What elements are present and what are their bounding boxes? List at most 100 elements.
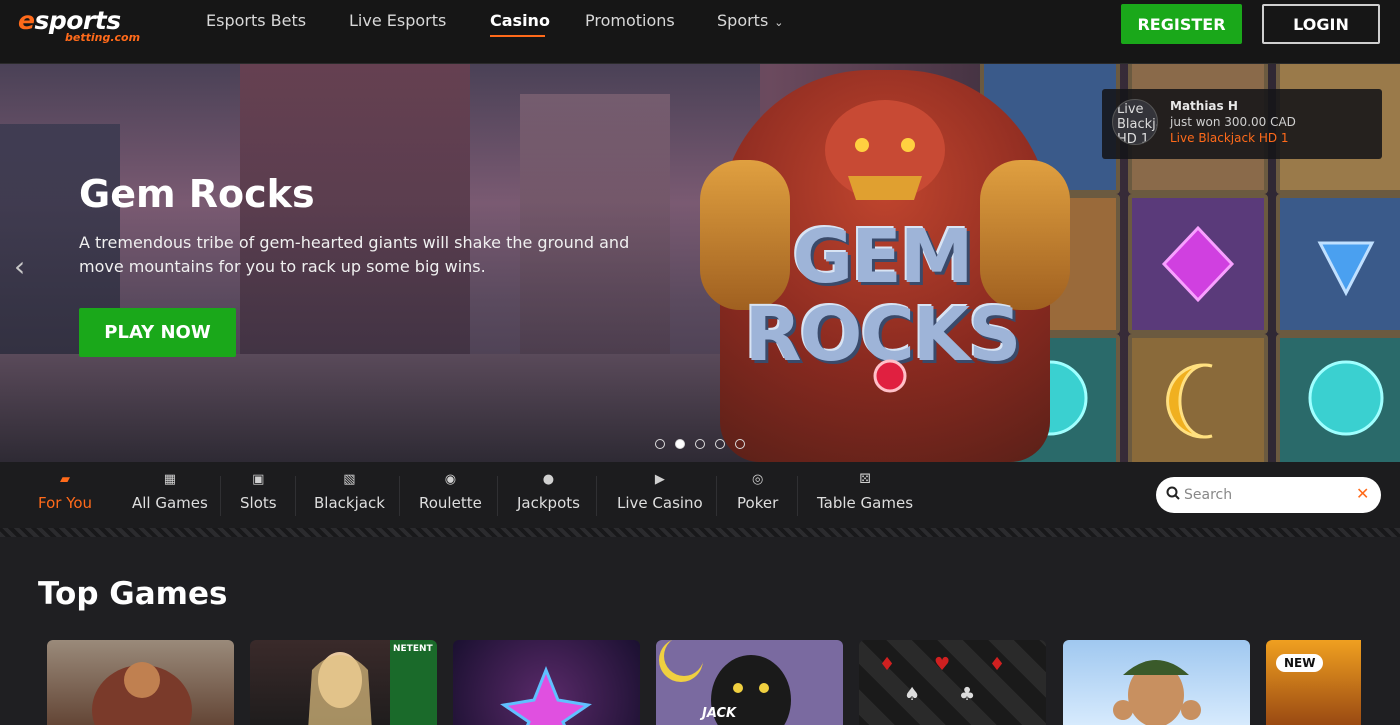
top-games-title: Top Games bbox=[38, 576, 228, 612]
game-tile-new[interactable]: NEW bbox=[1266, 640, 1361, 725]
divider bbox=[399, 476, 400, 516]
chevron-down-icon: ⌄ bbox=[774, 16, 784, 29]
game-tile-starburst[interactable] bbox=[453, 640, 640, 725]
win-game-link[interactable]: Live Blackjack HD 1 bbox=[1170, 131, 1289, 145]
red-gem-icon bbox=[873, 359, 907, 393]
search-box: ✕ bbox=[1156, 477, 1381, 513]
viking-warrior-icon bbox=[92, 662, 192, 725]
nav-sports-label: Sports bbox=[717, 11, 769, 30]
carousel-prev-arrow-icon[interactable]: ‹ bbox=[14, 250, 25, 283]
hero-description: A tremendous tribe of gem-hearted giants… bbox=[79, 233, 630, 276]
gem-tile bbox=[1128, 334, 1268, 462]
hero-banner: GEM ROCKS ‹ Gem Rocks A tremendous tribe… bbox=[0, 64, 1400, 462]
carousel-dot[interactable] bbox=[715, 439, 725, 449]
giant-face-icon bbox=[825, 100, 945, 200]
blue-gem-icon bbox=[1317, 241, 1375, 297]
category-roulette[interactable]: ◉ Roulette bbox=[419, 472, 482, 512]
category-poker[interactable]: ◎ Poker bbox=[737, 472, 778, 512]
category-label: Blackjack bbox=[314, 494, 385, 512]
nav-esports-bets[interactable]: Esports Bets bbox=[206, 11, 306, 30]
category-jackpots[interactable]: ● Jackpots bbox=[517, 472, 580, 512]
top-games-row: NETENT JACK ♦ ♥ ♦ ♠ ♣ NEW bbox=[47, 640, 1361, 725]
carousel-dot[interactable] bbox=[735, 439, 745, 449]
game-tile-gonzo[interactable] bbox=[1063, 640, 1250, 725]
jack-character-icon bbox=[659, 640, 791, 725]
teal-gem-icon bbox=[1308, 360, 1384, 436]
slot-machine-icon: ▣ bbox=[252, 472, 265, 487]
category-label: Table Games bbox=[817, 494, 914, 512]
svg-text:♣: ♣ bbox=[959, 684, 975, 705]
nav-active-underline bbox=[490, 35, 545, 37]
play-now-button[interactable]: PLAY NOW bbox=[79, 308, 236, 357]
category-label: Roulette bbox=[419, 494, 482, 512]
game-art-label: JACK bbox=[702, 706, 737, 721]
register-button[interactable]: REGISTER bbox=[1121, 4, 1242, 44]
category-live-casino[interactable]: ▶ Live Casino bbox=[617, 472, 703, 512]
search-icon bbox=[1166, 486, 1180, 500]
login-button[interactable]: LOGIN bbox=[1262, 4, 1380, 44]
divider bbox=[497, 476, 498, 516]
card-suits-icon: ♦ ♥ ♦ ♠ ♣ bbox=[879, 654, 1005, 705]
nav-live-esports[interactable]: Live Esports bbox=[349, 11, 446, 30]
divider bbox=[220, 476, 221, 516]
game-tile-live-dealer[interactable]: NETENT bbox=[250, 640, 437, 725]
provider-label: NETENT bbox=[393, 644, 433, 654]
svg-text:♦: ♦ bbox=[879, 654, 895, 675]
gem-tile bbox=[1276, 194, 1400, 334]
category-label: Poker bbox=[737, 494, 779, 512]
money-bag-icon: ● bbox=[542, 472, 555, 487]
category-table-games[interactable]: ⚄ Table Games bbox=[817, 472, 913, 512]
category-all-games[interactable]: ▦ All Games bbox=[132, 472, 208, 512]
category-bar: ▰ For You ▦ All Games ▣ Slots ▧ Blackjack ◉ R… bbox=[0, 462, 1400, 528]
category-label: Jackpots bbox=[517, 494, 580, 512]
divider bbox=[797, 476, 798, 516]
nav-promotions[interactable]: Promotions bbox=[585, 11, 675, 30]
win-message: just won 300.00 CAD bbox=[1170, 115, 1296, 129]
logo-subtitle: betting.com bbox=[65, 31, 141, 44]
nav-sports[interactable]: Sports ⌄ bbox=[717, 11, 784, 30]
divider bbox=[596, 476, 597, 516]
grid-icon: ▦ bbox=[163, 472, 177, 487]
recent-win-toast[interactable]: Live Blackjack HD 1 Mathias H just won 3… bbox=[1102, 89, 1382, 159]
purple-gem-icon bbox=[1161, 225, 1235, 303]
stripe-divider bbox=[0, 528, 1400, 537]
category-for-you[interactable]: ▰ For You bbox=[38, 472, 92, 512]
star-gem-icon bbox=[500, 665, 592, 725]
search-input[interactable] bbox=[1184, 481, 1344, 509]
new-badge: NEW bbox=[1276, 654, 1324, 672]
game-thumbnail-alt: Live Blackjack HD 1 bbox=[1112, 99, 1158, 145]
hero-title: Gem Rocks bbox=[79, 172, 315, 216]
cliff-shape bbox=[520, 94, 670, 354]
logo-e: e bbox=[18, 6, 35, 35]
gem-giant-character: GEM ROCKS bbox=[700, 70, 1070, 462]
winner-name: Mathias H bbox=[1170, 99, 1238, 113]
svg-text:♦: ♦ bbox=[989, 654, 1005, 675]
game-tile-blackjack[interactable]: ♦ ♥ ♦ ♠ ♣ bbox=[859, 640, 1046, 725]
game-tile-jack[interactable]: JACK bbox=[656, 640, 843, 725]
svg-text:♥: ♥ bbox=[934, 654, 950, 675]
explorer-character-icon bbox=[1113, 660, 1201, 725]
carousel-dot[interactable] bbox=[695, 439, 705, 449]
esportsbetting-logo[interactable]: esports betting.com bbox=[18, 6, 148, 46]
roulette-icon: ◉ bbox=[444, 472, 457, 487]
gem-tile bbox=[1276, 334, 1400, 462]
clear-search-icon[interactable]: ✕ bbox=[1356, 484, 1369, 503]
category-slots[interactable]: ▣ Slots bbox=[240, 472, 277, 512]
category-label: All Games bbox=[132, 494, 208, 512]
site-header: esports betting.com Esports Bets Live Es… bbox=[0, 0, 1400, 64]
moon-gem-icon bbox=[1166, 363, 1213, 439]
category-label: Live Casino bbox=[617, 494, 703, 512]
carousel-dot-active[interactable] bbox=[675, 439, 685, 449]
game-art-title: GEM ROCKS bbox=[744, 214, 1022, 378]
carousel-dot[interactable] bbox=[655, 439, 665, 449]
game-tile-viking[interactable] bbox=[47, 640, 234, 725]
nav-casino[interactable]: Casino bbox=[490, 11, 550, 30]
divider bbox=[295, 476, 296, 516]
category-blackjack[interactable]: ▧ Blackjack bbox=[314, 472, 385, 512]
video-camera-icon: ▶ bbox=[654, 472, 665, 487]
cards-stack-icon: ▰ bbox=[60, 472, 71, 487]
category-label: Slots bbox=[240, 494, 277, 512]
category-label: For You bbox=[38, 494, 93, 512]
dice-icon: ⚄ bbox=[859, 472, 871, 487]
divider bbox=[716, 476, 717, 516]
